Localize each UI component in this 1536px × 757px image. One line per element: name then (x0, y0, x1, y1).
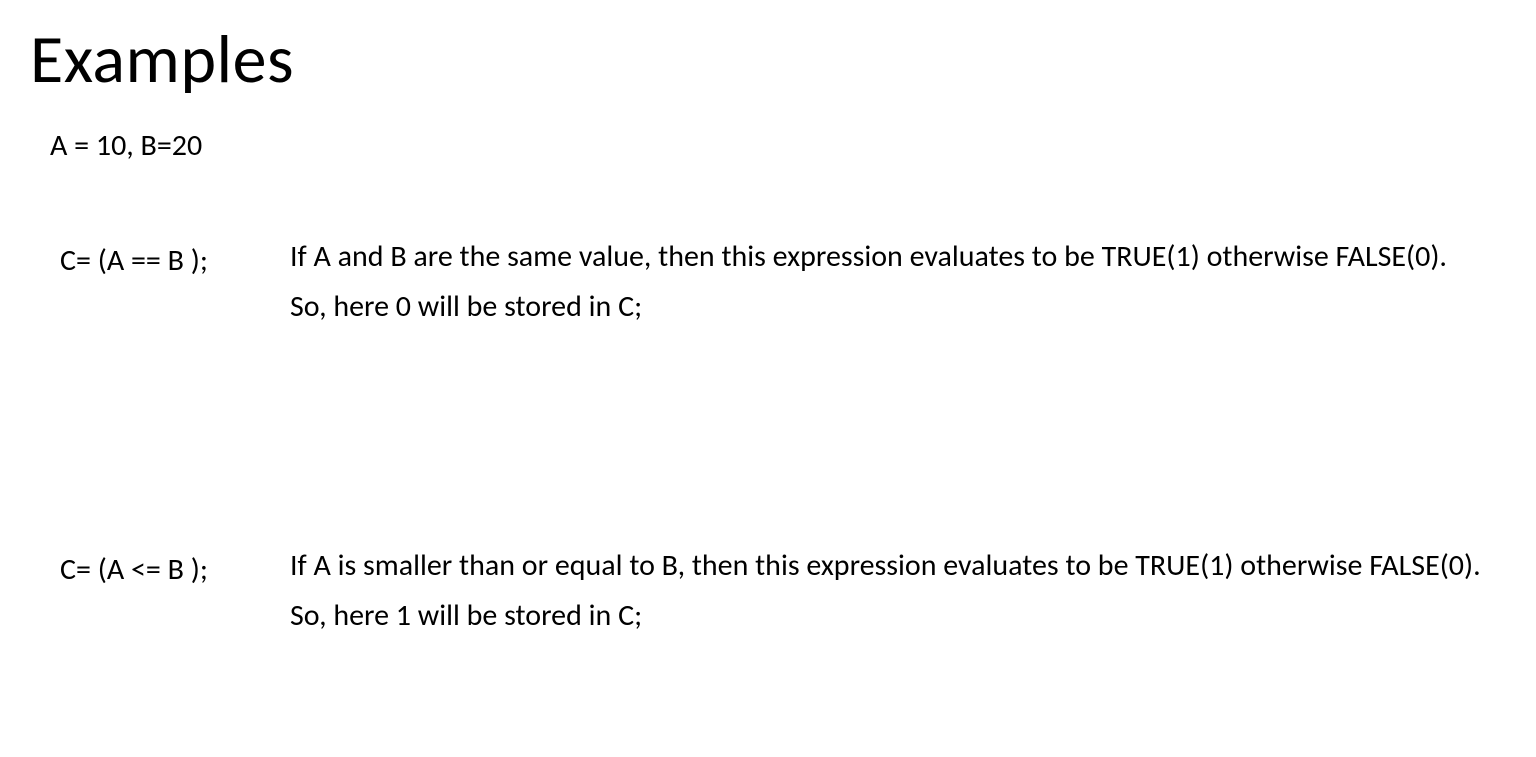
example-row-1: C= (A == B ); If A and B are the same va… (0, 232, 1536, 331)
explanation-2: If A is smaller than or equal to B, then… (290, 541, 1490, 640)
expression-1: C= (A == B ); (60, 232, 290, 279)
variable-initialization: A = 10, B=20 (0, 101, 1536, 164)
explanation-1: If A and B are the same value, then this… (290, 232, 1490, 331)
slide-title: Examples (0, 0, 1536, 101)
expression-2: C= (A <= B ); (60, 541, 290, 588)
example-row-2: C= (A <= B ); If A is smaller than or eq… (0, 541, 1536, 640)
